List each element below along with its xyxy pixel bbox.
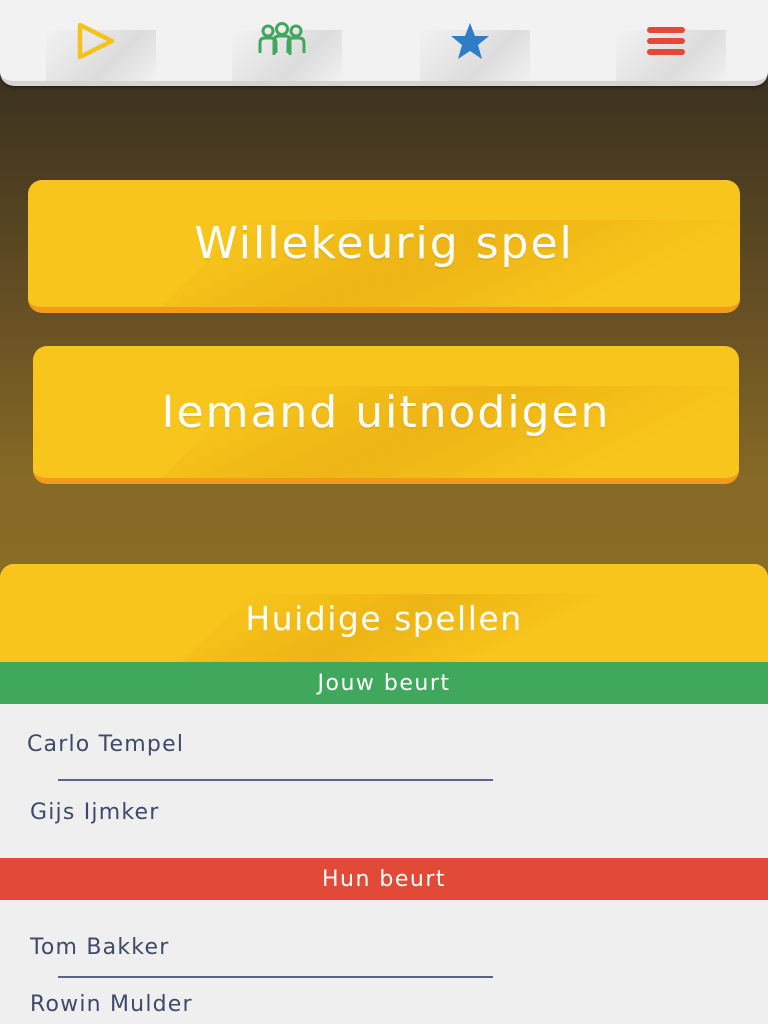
menu-icon bbox=[646, 25, 686, 61]
your-turn-label: Jouw beurt bbox=[317, 670, 451, 696]
player-name: Gijs Ijmker bbox=[30, 800, 160, 825]
star-icon bbox=[449, 21, 491, 65]
nav-friends-button[interactable] bbox=[186, 0, 378, 81]
your-turn-section-header: Jouw beurt bbox=[0, 662, 768, 704]
current-games-header: Huidige spellen bbox=[0, 564, 768, 662]
current-games-title: Huidige spellen bbox=[245, 598, 523, 638]
top-nav-bar bbox=[0, 0, 768, 86]
their-turn-section-header: Hun beurt bbox=[0, 858, 768, 900]
app-background: Willekeurig spel Iemand uitnodigen Huidi… bbox=[0, 0, 768, 1024]
nav-favorites-button[interactable] bbox=[374, 0, 566, 81]
current-games-panel: Huidige spellen Jouw beurt Carlo Tempel … bbox=[0, 564, 768, 1024]
random-game-button[interactable]: Willekeurig spel bbox=[28, 180, 740, 313]
nav-menu-button[interactable] bbox=[570, 0, 762, 81]
player-name: Rowin Mulder bbox=[30, 992, 193, 1017]
random-game-label: Willekeurig spel bbox=[194, 218, 574, 269]
player-name: Carlo Tempel bbox=[27, 732, 185, 757]
invite-someone-label: Iemand uitnodigen bbox=[161, 386, 611, 438]
list-divider bbox=[58, 976, 493, 978]
play-icon bbox=[74, 21, 118, 65]
list-item[interactable]: Tom Bakker bbox=[30, 935, 169, 960]
group-icon bbox=[255, 21, 309, 65]
list-item[interactable]: Gijs Ijmker bbox=[30, 800, 160, 825]
list-item[interactable]: Rowin Mulder bbox=[30, 992, 193, 1017]
nav-play-button[interactable] bbox=[0, 0, 192, 81]
their-turn-label: Hun beurt bbox=[321, 866, 447, 892]
invite-someone-button[interactable]: Iemand uitnodigen bbox=[33, 346, 739, 484]
list-divider bbox=[58, 779, 493, 781]
list-item[interactable]: Carlo Tempel bbox=[27, 732, 184, 757]
player-name: Tom Bakker bbox=[30, 935, 170, 960]
